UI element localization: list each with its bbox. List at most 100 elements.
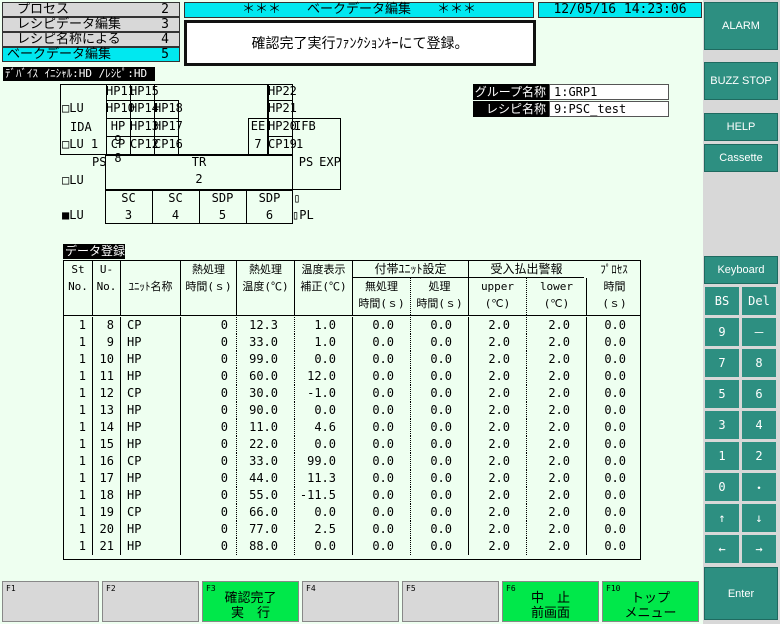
table-row[interactable]: 1 8 CP 0 12.3 1.0 0.0 0.0 2.0 2.0 0.0 bbox=[64, 317, 641, 334]
table-cell[interactable]: 2.0 bbox=[468, 538, 526, 555]
table-cell[interactable]: 2.0 bbox=[468, 419, 526, 436]
table-cell[interactable]: 0.0 bbox=[352, 385, 410, 402]
table-cell[interactable]: 2.0 bbox=[468, 504, 526, 521]
table-cell[interactable]: 0.0 bbox=[410, 334, 468, 351]
table-cell[interactable]: 0.0 bbox=[586, 521, 642, 538]
table-cell[interactable]: 0 bbox=[180, 317, 236, 334]
table-cell[interactable]: 2.0 bbox=[468, 385, 526, 402]
table-cell[interactable]: 2.0 bbox=[526, 351, 586, 368]
function-key-f2[interactable]: F2 bbox=[102, 581, 199, 622]
table-cell[interactable]: 0.0 bbox=[352, 351, 410, 368]
recipe-value[interactable]: 9:PSC_test bbox=[549, 101, 669, 117]
table-cell[interactable]: 60.0 bbox=[236, 368, 294, 385]
table-cell[interactable]: 2.5 bbox=[294, 521, 352, 538]
table-row[interactable]: 1 14 HP 0 11.0 4.6 0.0 0.0 2.0 2.0 0.0 bbox=[64, 419, 641, 436]
key-button[interactable]: 3 bbox=[705, 411, 739, 439]
table-cell[interactable]: 0.0 bbox=[410, 538, 468, 555]
table-cell[interactable]: 0.0 bbox=[352, 453, 410, 470]
table-cell[interactable]: 0 bbox=[180, 419, 236, 436]
table-cell[interactable]: 0.0 bbox=[586, 317, 642, 334]
table-cell[interactable]: 0.0 bbox=[410, 453, 468, 470]
table-cell[interactable]: 33.0 bbox=[236, 334, 294, 351]
table-cell[interactable]: 0.0 bbox=[294, 538, 352, 555]
table-row[interactable]: 1 10 HP 0 99.0 0.0 0.0 0.0 2.0 2.0 0.0 bbox=[64, 351, 641, 368]
table-cell[interactable]: 0.0 bbox=[586, 368, 642, 385]
table-cell[interactable]: 0 bbox=[180, 538, 236, 555]
table-cell[interactable]: 0.0 bbox=[410, 317, 468, 334]
table-cell[interactable]: 0.0 bbox=[294, 436, 352, 453]
table-row[interactable]: 1 15 HP 0 22.0 0.0 0.0 0.0 2.0 2.0 0.0 bbox=[64, 436, 641, 453]
table-cell[interactable]: 0 bbox=[180, 385, 236, 402]
help-button[interactable]: HELP bbox=[704, 113, 778, 141]
table-cell[interactable]: 2.0 bbox=[468, 317, 526, 334]
table-cell[interactable]: 0.0 bbox=[586, 453, 642, 470]
table-row[interactable]: 1 18 HP 0 55.0 -11.5 0.0 0.0 2.0 2.0 0.0 bbox=[64, 487, 641, 504]
key-button[interactable]: 8 bbox=[742, 349, 776, 377]
table-cell[interactable]: 0.0 bbox=[352, 317, 410, 334]
table-cell[interactable]: 2.0 bbox=[526, 521, 586, 538]
menu-item-recipe-edit[interactable]: レシピデータ編集 3 bbox=[2, 17, 180, 32]
table-cell[interactable]: 0.0 bbox=[352, 538, 410, 555]
table-cell[interactable]: 0 bbox=[180, 368, 236, 385]
table-row[interactable]: 1 19 CP 0 66.0 0.0 0.0 0.0 2.0 2.0 0.0 bbox=[64, 504, 641, 521]
table-cell[interactable]: 0.0 bbox=[410, 487, 468, 504]
table-cell[interactable]: 1.0 bbox=[294, 334, 352, 351]
group-value[interactable]: 1:GRP1 bbox=[549, 84, 669, 100]
table-cell[interactable]: 2.0 bbox=[526, 470, 586, 487]
table-cell[interactable]: 0 bbox=[180, 521, 236, 538]
table-cell[interactable]: 1.0 bbox=[294, 317, 352, 334]
table-cell[interactable]: 0 bbox=[180, 334, 236, 351]
table-cell[interactable]: 0 bbox=[180, 402, 236, 419]
table-cell[interactable]: 12.3 bbox=[236, 317, 294, 334]
table-cell[interactable]: 0.0 bbox=[352, 419, 410, 436]
key-button[interactable]: 5 bbox=[705, 380, 739, 408]
key-button[interactable]: － bbox=[742, 318, 776, 346]
table-cell[interactable]: 0.0 bbox=[586, 419, 642, 436]
table-cell[interactable]: 0 bbox=[180, 436, 236, 453]
table-cell[interactable]: 0.0 bbox=[352, 487, 410, 504]
buzz-stop-button[interactable]: BUZZ STOP bbox=[704, 62, 778, 100]
table-row[interactable]: 1 21 HP 0 88.0 0.0 0.0 0.0 2.0 2.0 0.0 bbox=[64, 538, 641, 555]
table-cell[interactable]: 11.3 bbox=[294, 470, 352, 487]
table-cell[interactable]: 0.0 bbox=[410, 402, 468, 419]
table-cell[interactable]: 2.0 bbox=[526, 419, 586, 436]
table-cell[interactable]: 66.0 bbox=[236, 504, 294, 521]
table-cell[interactable]: 2.0 bbox=[468, 521, 526, 538]
table-cell[interactable]: 2.0 bbox=[526, 368, 586, 385]
table-cell[interactable]: 2.0 bbox=[526, 487, 586, 504]
table-cell[interactable]: 2.0 bbox=[468, 334, 526, 351]
table-cell[interactable]: 2.0 bbox=[526, 538, 586, 555]
enter-button[interactable]: Enter bbox=[704, 567, 778, 620]
table-cell[interactable]: 0.0 bbox=[294, 351, 352, 368]
table-cell[interactable]: 2.0 bbox=[526, 504, 586, 521]
table-cell[interactable]: 2.0 bbox=[468, 436, 526, 453]
table-cell[interactable]: 0 bbox=[180, 470, 236, 487]
table-cell[interactable]: 2.0 bbox=[526, 436, 586, 453]
table-cell[interactable]: 30.0 bbox=[236, 385, 294, 402]
table-cell[interactable]: 0.0 bbox=[352, 402, 410, 419]
cassette-button[interactable]: Cassette bbox=[704, 144, 778, 172]
table-cell[interactable]: 0.0 bbox=[410, 521, 468, 538]
table-row[interactable]: 1 20 HP 0 77.0 2.5 0.0 0.0 2.0 2.0 0.0 bbox=[64, 521, 641, 538]
key-button[interactable]: Del bbox=[742, 287, 776, 315]
table-cell[interactable]: 0.0 bbox=[352, 504, 410, 521]
table-cell[interactable]: 0.0 bbox=[586, 351, 642, 368]
function-key-f10[interactable]: F10 トップ メニュー bbox=[602, 581, 699, 622]
table-cell[interactable]: 0 bbox=[180, 487, 236, 504]
table-cell[interactable]: 2.0 bbox=[468, 453, 526, 470]
table-row[interactable]: 1 12 CP 0 30.0 -1.0 0.0 0.0 2.0 2.0 0.0 bbox=[64, 385, 641, 402]
table-cell[interactable]: 0 bbox=[180, 453, 236, 470]
table-row[interactable]: 1 17 HP 0 44.0 11.3 0.0 0.0 2.0 2.0 0.0 bbox=[64, 470, 641, 487]
key-button[interactable]: 0 bbox=[705, 473, 739, 501]
table-cell[interactable]: 88.0 bbox=[236, 538, 294, 555]
key-button[interactable]: 4 bbox=[742, 411, 776, 439]
table-cell[interactable]: 0.0 bbox=[410, 419, 468, 436]
table-cell[interactable]: 2.0 bbox=[526, 317, 586, 334]
table-row[interactable]: 1 11 HP 0 60.0 12.0 0.0 0.0 2.0 2.0 0.0 bbox=[64, 368, 641, 385]
table-cell[interactable]: 0.0 bbox=[410, 436, 468, 453]
key-button[interactable]: 7 bbox=[705, 349, 739, 377]
table-cell[interactable]: 0.0 bbox=[586, 504, 642, 521]
table-cell[interactable]: 33.0 bbox=[236, 453, 294, 470]
function-key-f6[interactable]: F6 中 止 前画面 bbox=[502, 581, 599, 622]
key-button[interactable]: ↑ bbox=[705, 504, 739, 532]
